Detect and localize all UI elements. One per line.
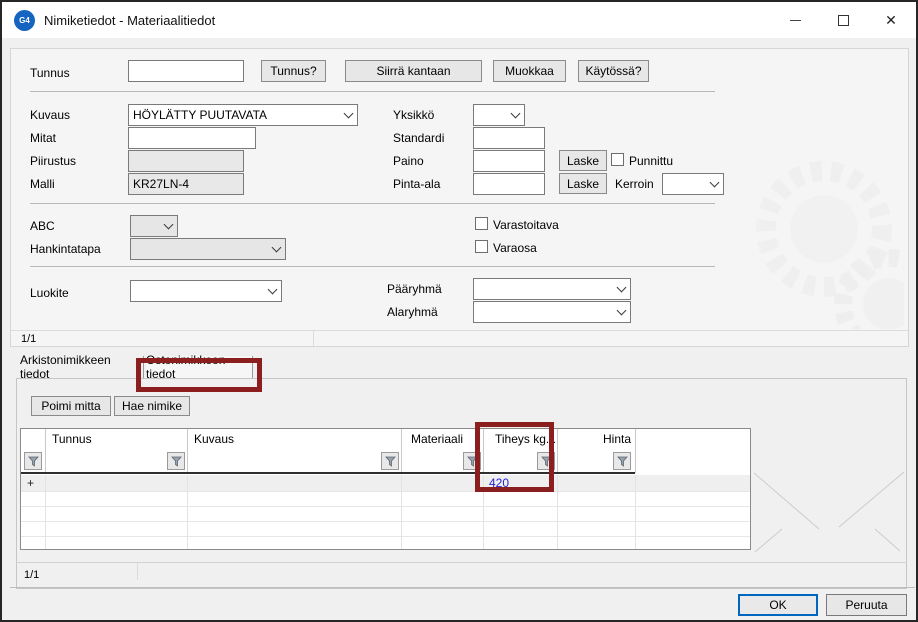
laske-pinta-ala-button[interactable]: Laske — [559, 173, 607, 194]
yksikko-label: Yksikkö — [393, 108, 434, 122]
tunnus-question-button[interactable]: Tunnus? — [261, 60, 326, 82]
ok-button[interactable]: OK — [738, 594, 818, 616]
filter-funnel-icon[interactable] — [24, 452, 42, 470]
window-title: Nimiketiedot - Materiaalitiedot — [44, 13, 215, 28]
hankintatapa-label: Hankintatapa — [30, 242, 101, 256]
chevron-down-icon — [706, 174, 723, 194]
chevron-down-icon — [268, 239, 285, 259]
separator — [30, 91, 715, 92]
luokite-combobox[interactable] — [130, 280, 282, 302]
chevron-down-icon — [507, 105, 524, 125]
item-form-panel: Tunnus Tunnus? Siirrä kantaan Muokkaa Kä… — [10, 48, 909, 347]
malli-label: Malli — [30, 177, 55, 191]
chevron-down-icon — [340, 105, 357, 125]
pinta-ala-label: Pinta-ala — [393, 177, 440, 191]
tiheys-cell-value[interactable]: 420 — [489, 476, 509, 490]
separator — [30, 266, 715, 267]
form-record-pager: 1/1 — [21, 333, 36, 345]
poimi-mitta-button[interactable]: Poimi mitta — [31, 396, 111, 416]
minimize-button[interactable] — [778, 7, 812, 33]
chevron-down-icon — [613, 279, 630, 299]
filter-funnel-icon[interactable] — [463, 452, 481, 470]
abc-label: ABC — [30, 219, 55, 233]
column-header-materiaali[interactable]: Materiaali — [411, 432, 463, 446]
kerroin-label: Kerroin — [615, 177, 654, 191]
kuvaus-label: Kuvaus — [30, 108, 70, 122]
tunnus-input[interactable] — [128, 60, 244, 82]
standardi-label: Standardi — [393, 131, 444, 145]
paino-input[interactable] — [473, 150, 545, 172]
chevron-down-icon — [613, 302, 630, 322]
mitat-input[interactable] — [128, 127, 256, 149]
varastoitava-checkbox[interactable] — [475, 217, 488, 230]
form-record-statusbar: 1/1 — [11, 330, 908, 346]
varaosa-checkbox[interactable] — [475, 240, 488, 253]
paaryhma-label: Pääryhmä — [387, 282, 442, 296]
minimize-icon — [790, 20, 801, 21]
filter-funnel-icon[interactable] — [167, 452, 185, 470]
new-row-indicator: + — [27, 476, 34, 490]
tab-arkistonimikkeen-tiedot[interactable]: Arkistonimikkeen tiedot — [20, 356, 144, 378]
punnittu-checkbox[interactable] — [611, 153, 624, 166]
statusbar-divider — [137, 563, 138, 580]
window-controls: ✕ — [764, 7, 908, 33]
close-icon: ✕ — [885, 12, 897, 29]
maximize-button[interactable] — [826, 7, 860, 33]
column-header-hinta[interactable]: Hinta — [603, 432, 631, 446]
column-header-kuvaus[interactable]: Kuvaus — [194, 432, 234, 446]
punnittu-label: Punnittu — [629, 154, 673, 168]
dialog-window: G4 Nimiketiedot - Materiaalitiedot ✕ Tun… — [0, 0, 918, 622]
kaytossa-button[interactable]: Käytössä? — [578, 60, 649, 82]
pinta-ala-input[interactable] — [473, 173, 545, 195]
muokkaa-button[interactable]: Muokkaa — [493, 60, 566, 82]
peruuta-button[interactable]: Peruuta — [826, 594, 907, 616]
grid-record-statusbar: 1/1 — [16, 562, 907, 588]
filter-funnel-icon[interactable] — [537, 452, 555, 470]
filter-funnel-icon[interactable] — [381, 452, 399, 470]
hankintatapa-combobox[interactable] — [130, 238, 286, 260]
table-row[interactable] — [21, 475, 750, 491]
piirustus-input[interactable] — [128, 150, 244, 172]
tunnus-label: Tunnus — [30, 66, 70, 80]
varastoitava-label: Varastoitava — [493, 218, 559, 232]
close-button[interactable]: ✕ — [874, 7, 908, 33]
filter-funnel-icon[interactable] — [613, 452, 631, 470]
title-bar: G4 Nimiketiedot - Materiaalitiedot ✕ — [2, 2, 916, 38]
column-header-tiheys[interactable]: Tiheys kg... — [495, 432, 556, 446]
luokite-label: Luokite — [30, 286, 69, 300]
varaosa-label: Varaosa — [493, 241, 537, 255]
chevron-down-icon — [264, 281, 281, 301]
paaryhma-combobox[interactable] — [473, 278, 631, 300]
grid-record-pager: 1/1 — [24, 569, 39, 581]
statusbar-divider — [313, 331, 314, 346]
standardi-input[interactable] — [473, 127, 545, 149]
alaryhma-combobox[interactable] — [473, 301, 631, 323]
maximize-icon — [838, 15, 849, 26]
ostonimike-grid[interactable]: Tunnus Kuvaus Materiaali Tiheys kg... Hi… — [20, 428, 751, 550]
alaryhma-label: Alaryhmä — [387, 305, 438, 319]
yksikko-combobox[interactable] — [473, 104, 525, 126]
tab-ostonimikkeen-tiedot[interactable]: Ostonimikkeen tiedot — [146, 356, 253, 378]
app-logo-icon: G4 — [14, 10, 35, 31]
kuvaus-combobox[interactable]: HÖYLÄTTY PUUTAVATA — [128, 104, 358, 126]
laske-paino-button[interactable]: Laske — [559, 150, 607, 171]
piirustus-label: Piirustus — [30, 154, 76, 168]
separator — [30, 203, 715, 204]
hae-nimike-button[interactable]: Hae nimike — [114, 396, 190, 416]
column-header-tunnus[interactable]: Tunnus — [52, 432, 92, 446]
kuvaus-value: HÖYLÄTTY PUUTAVATA — [129, 108, 340, 122]
siirra-kantaan-button[interactable]: Siirrä kantaan — [345, 60, 482, 82]
malli-input[interactable] — [128, 173, 244, 195]
paino-label: Paino — [393, 154, 424, 168]
chevron-down-icon — [160, 216, 177, 236]
mitat-label: Mitat — [30, 131, 56, 145]
abc-combobox[interactable] — [130, 215, 178, 237]
kerroin-combobox[interactable] — [662, 173, 724, 195]
gear-watermark-icon — [704, 119, 904, 329]
